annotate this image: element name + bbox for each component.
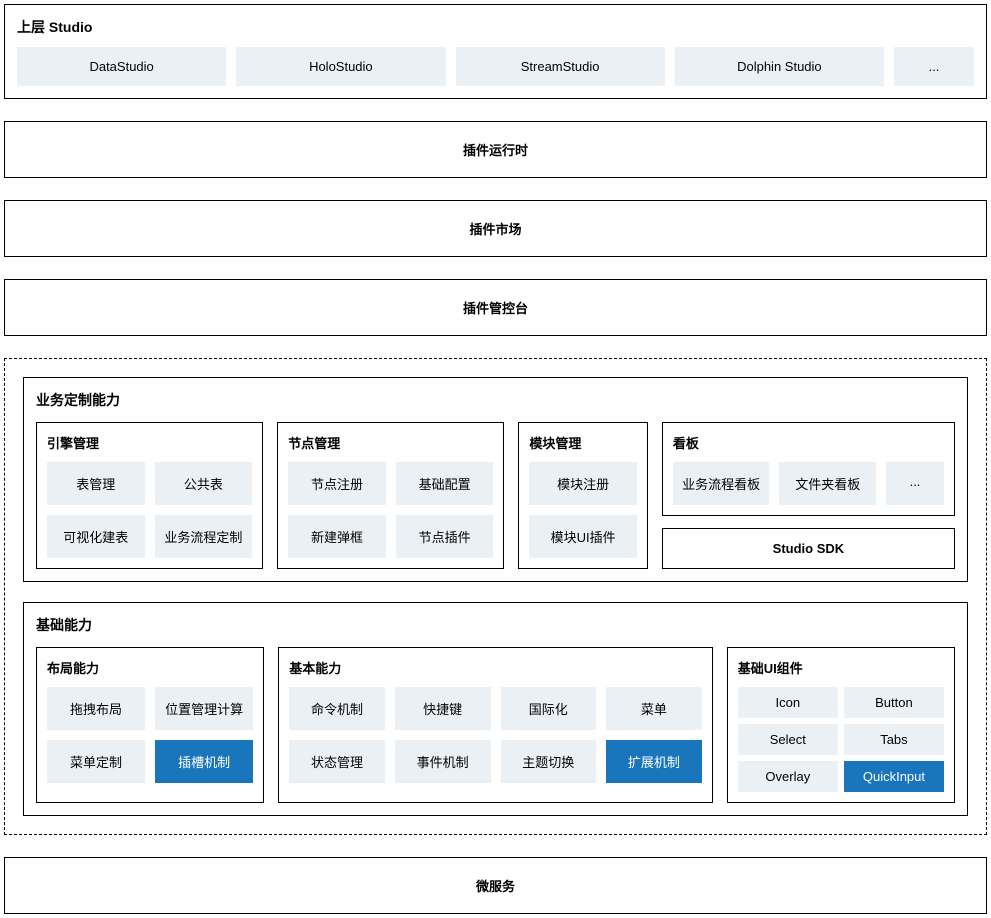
ui-item: Overlay (738, 761, 838, 792)
kanban-group: 看板 业务流程看板 文件夹看板 ... (662, 422, 955, 516)
basic-item: 命令机制 (289, 687, 385, 730)
basic-item: 快捷键 (395, 687, 491, 730)
node-item: 节点插件 (396, 515, 494, 558)
ui-item: Tabs (844, 724, 944, 755)
kanban-sdk-col: 看板 业务流程看板 文件夹看板 ... Studio SDK (662, 422, 955, 569)
basic-item: 状态管理 (289, 740, 385, 783)
plugin-console-layer: 插件管控台 (4, 279, 987, 336)
node-group: 节点管理 节点注册 基础配置 新建弹框 节点插件 (277, 422, 504, 569)
capability-container: 业务定制能力 引擎管理 表管理 公共表 可视化建表 业务流程定制 节点管理 节点… (4, 358, 987, 835)
ui-item: Select (738, 724, 838, 755)
ui-item-highlight: QuickInput (844, 761, 944, 792)
basic-group: 基本能力 命令机制 快捷键 国际化 菜单 状态管理 事件机制 主题切换 扩展机制 (278, 647, 713, 803)
top-studio-title: 上层 Studio (17, 17, 974, 37)
module-item: 模块UI插件 (529, 515, 636, 558)
node-item: 节点注册 (288, 462, 386, 505)
basic-item-highlight: 扩展机制 (606, 740, 702, 783)
top-studio-row: DataStudio HoloStudio StreamStudio Dolph… (17, 47, 974, 86)
ui-item: Button (844, 687, 944, 718)
studio-item: HoloStudio (236, 47, 445, 86)
kanban-item: 业务流程看板 (673, 462, 770, 505)
basic-title: 基本能力 (289, 658, 702, 677)
top-studio-layer: 上层 Studio DataStudio HoloStudio StreamSt… (4, 4, 987, 99)
engine-title: 引擎管理 (47, 433, 252, 452)
layout-item: 位置管理计算 (155, 687, 253, 730)
node-item: 基础配置 (396, 462, 494, 505)
plugin-market-layer: 插件市场 (4, 200, 987, 257)
microservice-layer: 微服务 (4, 857, 987, 914)
biz-custom-title: 业务定制能力 (36, 390, 955, 410)
base-ability-group: 基础能力 布局能力 拖拽布局 位置管理计算 菜单定制 插槽机制 基本能力 命令机… (23, 602, 968, 816)
studio-item: DataStudio (17, 47, 226, 86)
engine-item: 业务流程定制 (155, 515, 253, 558)
module-group: 模块管理 模块注册 模块UI插件 (518, 422, 647, 569)
kanban-item-more: ... (886, 462, 944, 505)
studio-item: StreamStudio (456, 47, 665, 86)
plugin-runtime-layer: 插件运行时 (4, 121, 987, 178)
engine-item: 可视化建表 (47, 515, 145, 558)
basic-item: 事件机制 (395, 740, 491, 783)
layout-item: 拖拽布局 (47, 687, 145, 730)
layout-item-highlight: 插槽机制 (155, 740, 253, 783)
engine-item: 表管理 (47, 462, 145, 505)
ui-title: 基础UI组件 (738, 658, 944, 677)
layout-group: 布局能力 拖拽布局 位置管理计算 菜单定制 插槽机制 (36, 647, 264, 803)
engine-item: 公共表 (155, 462, 253, 505)
engine-group: 引擎管理 表管理 公共表 可视化建表 业务流程定制 (36, 422, 263, 569)
basic-item: 国际化 (501, 687, 597, 730)
base-ability-title: 基础能力 (36, 615, 955, 635)
biz-custom-group: 业务定制能力 引擎管理 表管理 公共表 可视化建表 业务流程定制 节点管理 节点… (23, 377, 968, 582)
ui-group: 基础UI组件 Icon Button Select Tabs Overlay Q… (727, 647, 955, 803)
layout-item: 菜单定制 (47, 740, 145, 783)
node-title: 节点管理 (288, 433, 493, 452)
basic-item: 主题切换 (501, 740, 597, 783)
base-ability-cols: 布局能力 拖拽布局 位置管理计算 菜单定制 插槽机制 基本能力 命令机制 快捷键… (36, 647, 955, 803)
studio-item: Dolphin Studio (675, 47, 884, 86)
module-item: 模块注册 (529, 462, 636, 505)
kanban-title: 看板 (673, 433, 944, 452)
module-title: 模块管理 (529, 433, 636, 452)
studio-sdk-box: Studio SDK (662, 528, 955, 569)
ui-item: Icon (738, 687, 838, 718)
studio-item-more: ... (894, 47, 974, 86)
layout-title: 布局能力 (47, 658, 253, 677)
node-item: 新建弹框 (288, 515, 386, 558)
basic-item: 菜单 (606, 687, 702, 730)
biz-custom-cols: 引擎管理 表管理 公共表 可视化建表 业务流程定制 节点管理 节点注册 基础配置… (36, 422, 955, 569)
kanban-item: 文件夹看板 (779, 462, 876, 505)
